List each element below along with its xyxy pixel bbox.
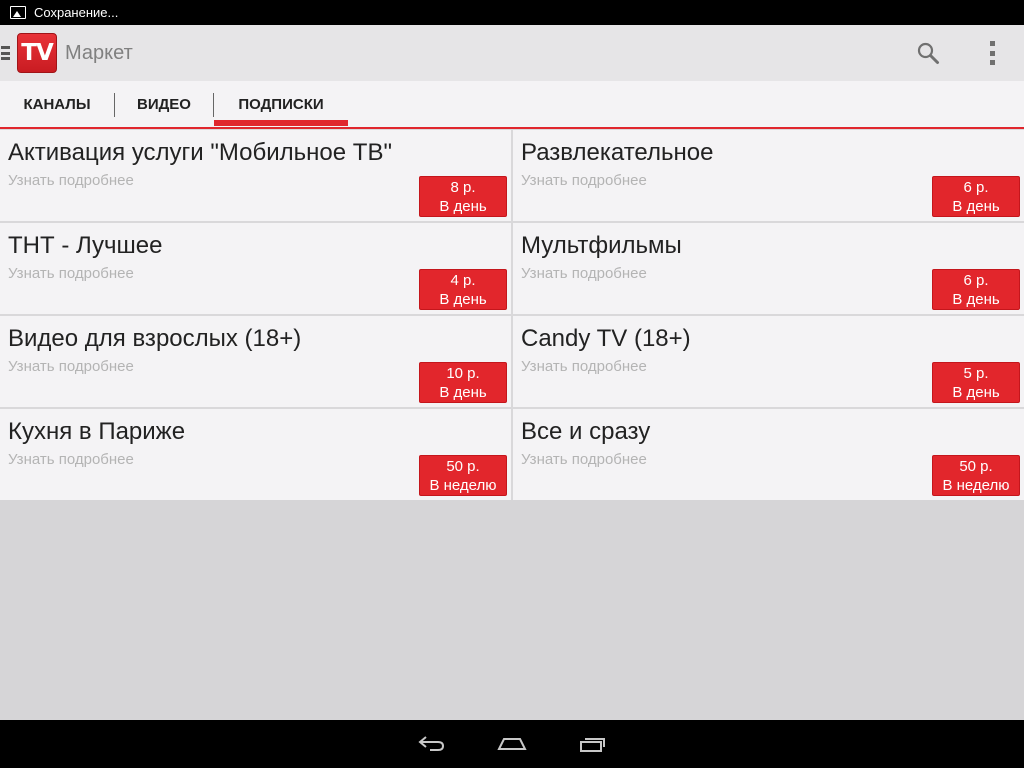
subscribe-button[interactable]: 4 р. В день <box>419 269 507 310</box>
subscription-grid: Активация услуги "Мобильное ТВ" Узнать п… <box>0 129 1024 500</box>
overflow-menu-icon[interactable] <box>988 41 996 65</box>
learn-more-link[interactable]: Узнать подробнее <box>8 265 134 282</box>
subscription-title: Кухня в Париже <box>8 418 186 445</box>
tab-video[interactable]: ВИДЕО <box>115 81 213 127</box>
action-bar: TV Маркет <box>0 25 1024 81</box>
learn-more-link[interactable]: Узнать подробнее <box>8 358 134 375</box>
subscription-title: Видео для взрослых (18+) <box>8 325 302 352</box>
price-label: 4 р. <box>450 271 476 289</box>
navigation-bar <box>0 720 1024 768</box>
drawer-menu-icon[interactable] <box>1 46 10 60</box>
period-label: В неделю <box>942 476 1010 494</box>
period-label: В день <box>439 197 487 215</box>
search-icon[interactable] <box>916 41 940 65</box>
status-text: Сохранение... <box>34 5 119 20</box>
period-label: В день <box>439 290 487 308</box>
subscription-title: Активация услуги "Мобильное ТВ" <box>8 139 392 166</box>
status-bar: Сохранение... <box>0 0 1024 25</box>
subscription-card[interactable]: Все и сразу Узнать подробнее 50 р. В нед… <box>513 409 1024 500</box>
price-label: 8 р. <box>450 178 476 196</box>
learn-more-link[interactable]: Узнать подробнее <box>8 451 134 468</box>
subscribe-button[interactable]: 50 р. В неделю <box>419 455 507 496</box>
period-label: В день <box>952 197 1000 215</box>
price-label: 6 р. <box>963 271 989 289</box>
tab-bar: КАНАЛЫ ВИДЕО ПОДПИСКИ <box>0 81 1024 129</box>
selected-tab-indicator <box>214 120 348 126</box>
subscribe-button[interactable]: 6 р. В день <box>932 269 1020 310</box>
image-icon <box>10 6 26 19</box>
price-label: 50 р. <box>959 457 993 475</box>
subscription-title: Candy TV (18+) <box>521 325 691 352</box>
subscription-title: Мультфильмы <box>521 232 682 259</box>
price-label: 10 р. <box>446 364 480 382</box>
price-label: 6 р. <box>963 178 989 196</box>
subscription-card[interactable]: Candy TV (18+) Узнать подробнее 5 р. В д… <box>513 316 1024 407</box>
subscription-card[interactable]: Видео для взрослых (18+) Узнать подробне… <box>0 316 511 407</box>
subscription-card[interactable]: ТНТ - Лучшее Узнать подробнее 4 р. В ден… <box>0 223 511 314</box>
home-icon[interactable] <box>497 735 527 753</box>
recent-apps-icon[interactable] <box>578 734 608 754</box>
subscribe-button[interactable]: 10 р. В день <box>419 362 507 403</box>
subscription-card[interactable]: Кухня в Париже Узнать подробнее 50 р. В … <box>0 409 511 500</box>
learn-more-link[interactable]: Узнать подробнее <box>521 265 647 282</box>
period-label: В день <box>439 383 487 401</box>
period-label: В день <box>952 383 1000 401</box>
price-label: 5 р. <box>963 364 989 382</box>
back-icon[interactable] <box>417 734 447 754</box>
learn-more-link[interactable]: Узнать подробнее <box>521 451 647 468</box>
subscription-card[interactable]: Мультфильмы Узнать подробнее 6 р. В день <box>513 223 1024 314</box>
subscribe-button[interactable]: 5 р. В день <box>932 362 1020 403</box>
subscription-title: ТНТ - Лучшее <box>8 232 163 259</box>
subscription-title: Все и сразу <box>521 418 651 445</box>
subscribe-button[interactable]: 50 р. В неделю <box>932 455 1020 496</box>
learn-more-link[interactable]: Узнать подробнее <box>521 172 647 189</box>
subscribe-button[interactable]: 8 р. В день <box>419 176 507 217</box>
learn-more-link[interactable]: Узнать подробнее <box>521 358 647 375</box>
period-label: В день <box>952 290 1000 308</box>
subscription-card[interactable]: Развлекательное Узнать подробнее 6 р. В … <box>513 130 1024 221</box>
subscription-card[interactable]: Активация услуги "Мобильное ТВ" Узнать п… <box>0 130 511 221</box>
tab-channels[interactable]: КАНАЛЫ <box>0 81 114 127</box>
subscription-title: Развлекательное <box>521 139 714 166</box>
price-label: 50 р. <box>446 457 480 475</box>
app-logo[interactable]: TV <box>17 33 57 73</box>
learn-more-link[interactable]: Узнать подробнее <box>8 172 134 189</box>
period-label: В неделю <box>429 476 497 494</box>
app-title: Маркет <box>65 41 133 64</box>
subscribe-button[interactable]: 6 р. В день <box>932 176 1020 217</box>
